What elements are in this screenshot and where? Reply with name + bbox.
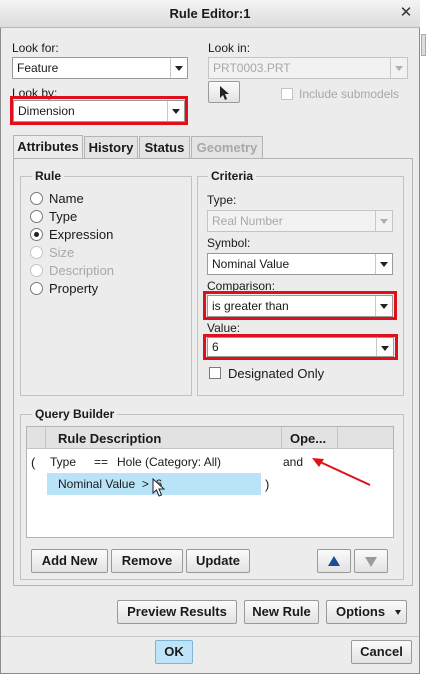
value-label: Value: [207, 321, 241, 335]
options-label: Options [336, 604, 386, 619]
chevron-down-icon [375, 211, 392, 231]
look-in-dropdown: PRT0003.PRT [208, 57, 408, 79]
symbol-label: Symbol: [207, 236, 251, 250]
tab-attributes[interactable]: Attributes [13, 135, 83, 159]
radio-description-label: Description [49, 263, 115, 278]
designated-only-checkbox[interactable] [209, 367, 221, 379]
chevron-down-icon [390, 58, 407, 78]
annotation-arrow-icon [312, 458, 371, 486]
symbol-value: Nominal Value [212, 257, 290, 271]
arrow-up-icon [328, 556, 340, 566]
arrow-down-icon [365, 557, 377, 567]
query-builder-title: Query Builder [32, 407, 118, 421]
move-down-button [354, 549, 388, 573]
row-right-operand: Hole (Category: All) [117, 455, 222, 469]
header-divider [337, 427, 338, 449]
select-pointer-button[interactable] [208, 81, 240, 103]
update-button[interactable]: Update [186, 549, 250, 573]
look-by-dropdown[interactable]: Dimension [13, 100, 185, 122]
close-icon[interactable]: ✕ [396, 3, 416, 23]
value-value: 6 [212, 340, 219, 354]
rule-group-title: Rule [32, 169, 65, 183]
row-operator: and [283, 455, 304, 469]
value-combo[interactable]: 6 [207, 337, 394, 357]
radio-size [30, 246, 43, 259]
add-new-button[interactable]: Add New [31, 549, 108, 573]
designated-only-label: Designated Only [228, 366, 325, 381]
tab-history[interactable]: History [84, 136, 138, 159]
row-expression: Nominal Value > 6 [58, 477, 163, 491]
radio-description [30, 264, 43, 277]
radio-size-label: Size [49, 245, 75, 260]
radio-type[interactable] [30, 210, 43, 223]
row-close-paren: ) [265, 477, 270, 492]
look-for-dropdown[interactable]: Feature [12, 57, 188, 79]
row-op: == [94, 455, 109, 469]
ok-button[interactable]: OK [155, 640, 193, 664]
chevron-down-icon [167, 101, 184, 121]
look-for-label: Look for: [12, 41, 59, 55]
col-operator[interactable]: Ope... [290, 431, 326, 446]
include-submodels-label: Include submodels [299, 87, 400, 101]
symbol-dropdown[interactable]: Nominal Value [207, 253, 393, 275]
chevron-down-icon [375, 296, 392, 316]
look-for-value: Feature [17, 61, 59, 75]
radio-expression[interactable] [30, 228, 43, 241]
comparison-value: is greater than [212, 299, 289, 313]
chevron-down-icon [376, 338, 393, 356]
tab-status[interactable]: Status [139, 136, 190, 159]
tab-geometry: Geometry [191, 136, 263, 159]
chevron-down-icon [395, 610, 401, 615]
new-rule-button[interactable]: New Rule [244, 600, 319, 624]
radio-type-label: Type [49, 209, 78, 224]
type-dropdown: Real Number [207, 210, 393, 232]
header-divider [45, 427, 46, 449]
comparison-dropdown[interactable]: is greater than [207, 295, 393, 317]
window-title: Rule Editor:1 [169, 6, 251, 21]
type-label: Type: [207, 193, 237, 207]
header-divider [281, 427, 282, 449]
options-button[interactable]: Options [326, 600, 407, 624]
row-open-paren: ( [31, 455, 36, 470]
radio-expression-label: Expression [49, 227, 114, 242]
remove-button[interactable]: Remove [111, 549, 183, 573]
type-value: Real Number [212, 214, 283, 228]
chevron-down-icon [375, 254, 392, 274]
radio-name-label: Name [49, 191, 84, 206]
col-rule-description[interactable]: Rule Description [58, 431, 161, 446]
background-window-fragment [421, 34, 426, 56]
cursor-icon [220, 86, 229, 100]
preview-results-button[interactable]: Preview Results [117, 600, 237, 624]
move-up-button[interactable] [317, 549, 351, 573]
radio-property[interactable] [30, 282, 43, 295]
look-in-value: PRT0003.PRT [213, 61, 291, 75]
row-left-operand: Type [50, 455, 77, 469]
cancel-button[interactable]: Cancel [351, 640, 412, 664]
radio-name[interactable] [30, 192, 43, 205]
look-in-label: Look in: [208, 41, 251, 55]
rule-group [20, 176, 192, 396]
radio-property-label: Property [49, 281, 99, 296]
footer-divider [1, 636, 419, 637]
criteria-group-title: Criteria [208, 169, 257, 183]
mouse-cursor-icon [152, 478, 166, 497]
include-submodels-checkbox [281, 88, 293, 100]
look-by-value: Dimension [18, 104, 75, 118]
chevron-down-icon [170, 58, 187, 78]
